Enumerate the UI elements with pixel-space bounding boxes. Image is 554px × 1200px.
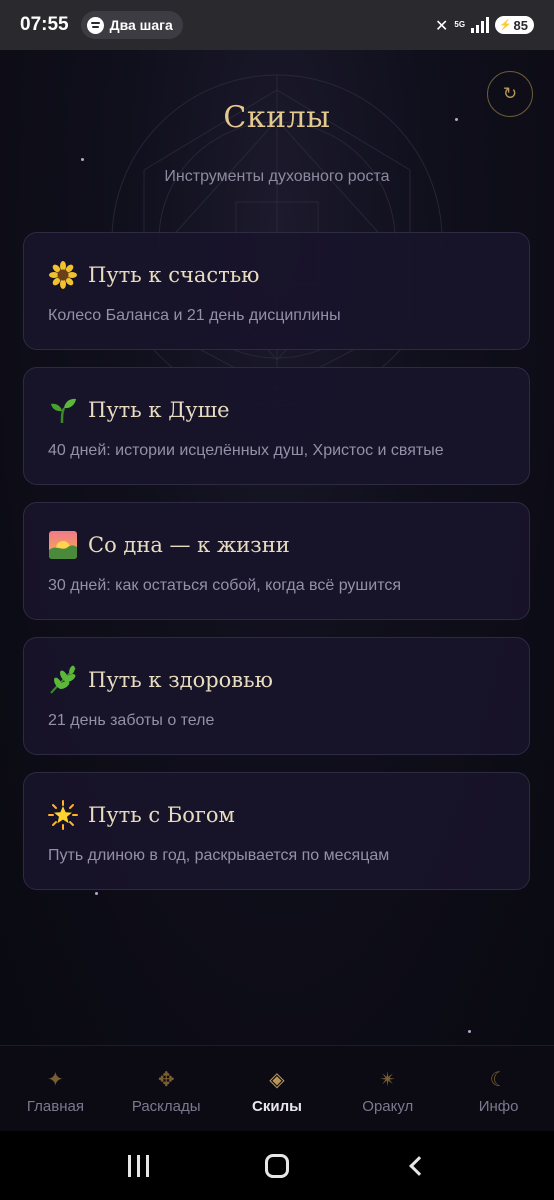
skill-card-description: 40 дней: истории исцелённых душ, Христос… — [48, 442, 444, 459]
nav-label: Инфо — [478, 1098, 519, 1115]
skill-card-title: Путь с Богом — [88, 803, 235, 827]
skill-card-with-god[interactable]: Путь с Богом Путь длиною в год, раскрыва… — [23, 772, 530, 890]
status-time: 07:55 — [20, 14, 69, 35]
page-subtitle: Инструменты духовного роста — [164, 168, 390, 185]
nav-item-spreads[interactable]: ✥ Расклады — [111, 1046, 222, 1131]
network-type: 5G — [454, 20, 466, 29]
diamond-icon: ◈ — [269, 1067, 285, 1091]
glowing-star-icon — [48, 800, 78, 830]
skill-card-happiness[interactable]: Путь к счастью Колесо Баланса и 21 день … — [23, 232, 530, 350]
sunrise-icon — [48, 530, 78, 560]
battery-level: 85 — [513, 17, 528, 33]
skill-card-health[interactable]: Путь к здоровью 21 день заботы о теле — [23, 637, 530, 755]
star-burst-icon: ✴ — [379, 1067, 397, 1091]
nav-item-skills[interactable]: ◈ Скилы — [222, 1046, 333, 1131]
charging-icon: ⚡ — [499, 19, 512, 31]
star-dot — [468, 1030, 471, 1033]
moon-icon: ☾ — [489, 1067, 508, 1091]
skill-card-title: Путь к счастью — [88, 263, 260, 287]
star-dot — [81, 158, 84, 161]
skill-card-description: Путь длиною в год, раскрывается по месяц… — [48, 847, 390, 864]
skills-list: Путь к счастью Колесо Баланса и 21 день … — [23, 232, 530, 907]
nav-label: Оракул — [362, 1098, 414, 1115]
spotify-icon — [86, 16, 104, 34]
skill-card-title: Путь к Душе — [88, 398, 230, 422]
nav-label: Расклады — [131, 1098, 201, 1115]
page-title: Скилы — [223, 100, 331, 135]
nav-label: Скилы — [252, 1098, 302, 1115]
herb-icon — [48, 665, 78, 695]
skill-card-description: Колесо Баланса и 21 день дисциплины — [48, 307, 341, 324]
nav-item-info[interactable]: ☾ Инфо — [443, 1046, 554, 1131]
skill-card-description: 30 дней: как остаться собой, когда всё р… — [48, 577, 402, 594]
back-button[interactable] — [408, 1155, 429, 1176]
bottom-nav: ✦ Главная ✥ Расклады ◈ Скилы ✴ Оракул ☾ … — [0, 1045, 554, 1131]
skill-card-description: 21 день заботы о теле — [48, 712, 215, 729]
cards-spread-icon: ✥ — [157, 1067, 175, 1091]
nav-item-home[interactable]: ✦ Главная — [0, 1046, 111, 1131]
system-nav-bar — [0, 1131, 554, 1200]
sunflower-icon — [48, 260, 78, 290]
status-bar: 07:55 Два шага ✕ 5G ⚡ 85 — [0, 0, 554, 50]
home-button[interactable] — [265, 1153, 290, 1178]
nav-item-oracle[interactable]: ✴ Оракул — [332, 1046, 443, 1131]
skill-card-from-bottom[interactable]: Со дна — к жизни 30 дней: как остаться с… — [23, 502, 530, 620]
skill-card-title: Со дна — к жизни — [88, 533, 290, 557]
battery-indicator: ⚡ 85 — [495, 16, 534, 34]
recent-apps-button[interactable] — [128, 1154, 150, 1177]
skill-card-soul[interactable]: Путь к Душе 40 дней: истории исцелённых … — [23, 367, 530, 485]
now-playing-pill[interactable]: Два шага — [80, 11, 183, 39]
mute-icon: ✕ — [435, 15, 449, 35]
skills-screen: ↻ Скилы Инструменты духовного роста Путь… — [0, 50, 554, 1045]
sparkle-icon: ✦ — [47, 1067, 64, 1091]
now-playing-label: Два шага — [109, 17, 173, 33]
signal-icon — [471, 17, 490, 33]
nav-label: Главная — [26, 1098, 84, 1115]
seedling-icon — [48, 395, 78, 425]
skill-card-title: Путь к здоровью — [88, 668, 273, 692]
status-indicators: ✕ 5G ⚡ 85 — [435, 16, 534, 35]
